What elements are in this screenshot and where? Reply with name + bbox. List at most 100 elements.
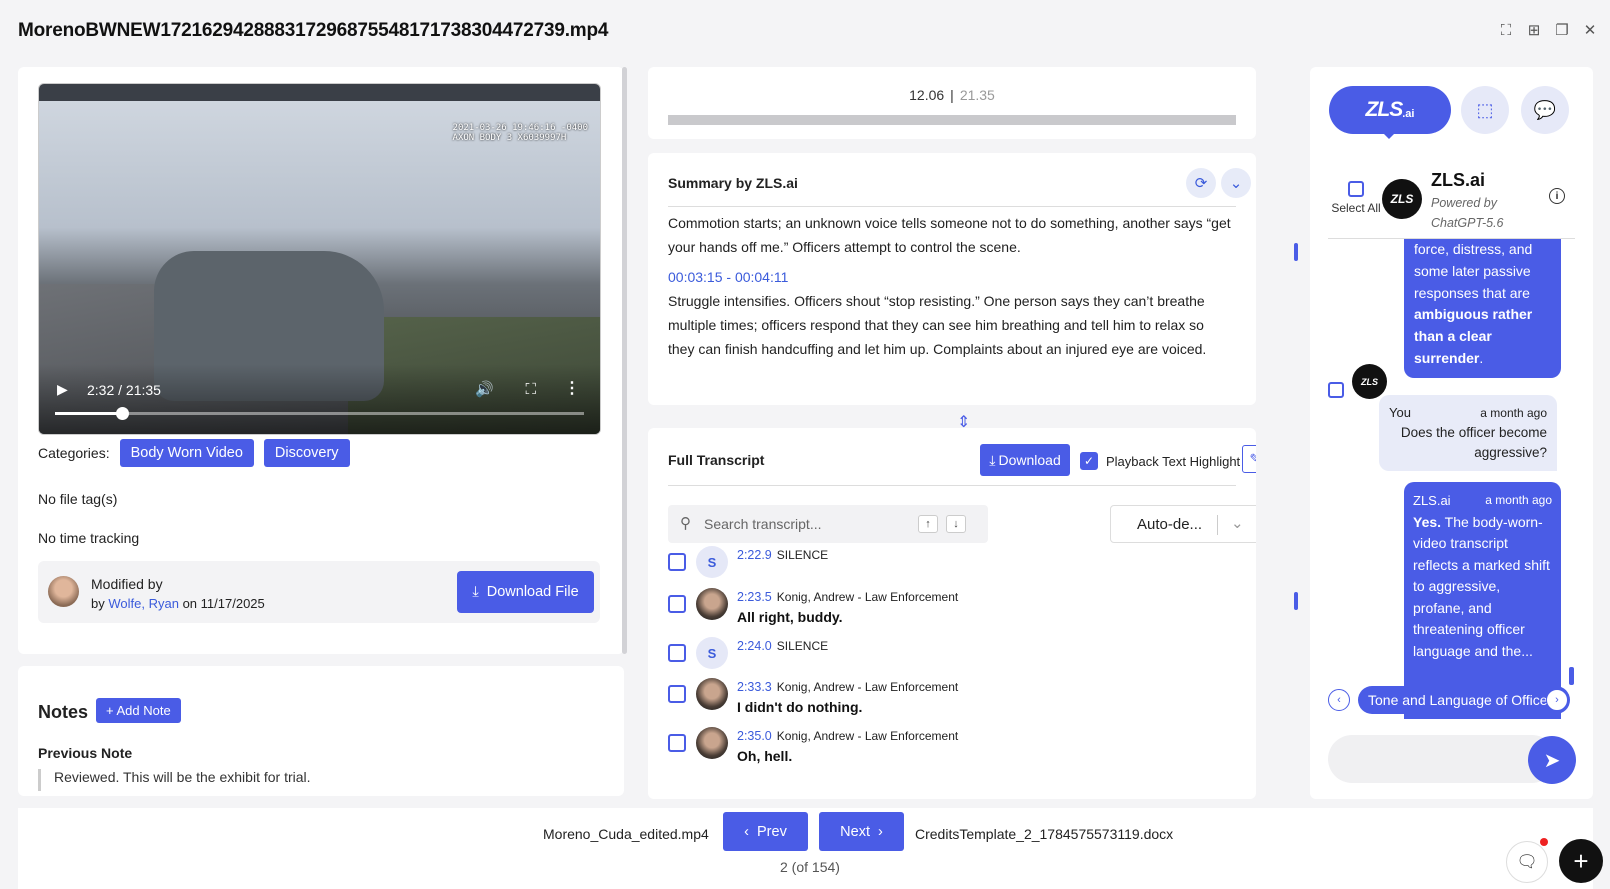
feedback-icon[interactable]: 🗨: [1506, 841, 1548, 883]
modified-user-link[interactable]: Wolfe, Ryan: [108, 596, 179, 611]
transcript-scrollbar[interactable]: [1294, 592, 1298, 610]
chevron-left-icon[interactable]: ‹: [1328, 689, 1350, 711]
summary-timestamp[interactable]: 00:03:15 - 00:04:11: [668, 265, 1233, 289]
prev-button[interactable]: ‹ Prev: [723, 812, 808, 851]
chevron-right-icon: ›: [877, 823, 883, 840]
chat-scrollbar[interactable]: [1569, 667, 1574, 685]
arrow-up-icon[interactable]: ↑: [918, 515, 938, 533]
play-icon[interactable]: ▶: [57, 381, 68, 398]
summary-paragraph: Commotion starts; an unknown voice tells…: [668, 215, 1231, 255]
next-button[interactable]: Next ›: [819, 812, 904, 851]
row-time[interactable]: 2:33.3: [737, 680, 772, 694]
chevron-right-icon[interactable]: ›: [1546, 689, 1568, 711]
fullscreen-video-icon[interactable]: ⛶: [525, 381, 536, 398]
transcript-row[interactable]: 2:35.0 Konig, Andrew - Law Enforcement Oh…: [668, 727, 1248, 771]
next-file-name[interactable]: CreditsTemplate_2_1784575573119.docx: [915, 826, 1173, 842]
previous-note-text: Reviewed. This will be the exhibit for t…: [38, 769, 311, 791]
chat-icon[interactable]: 💬: [1521, 86, 1569, 134]
transcript-heading: Full Transcript: [668, 452, 765, 468]
modified-by-line: by Wolfe, Ryan on 11/17/2025: [91, 596, 265, 611]
modified-title: Modified by: [91, 576, 163, 592]
category-chip[interactable]: Discovery: [263, 439, 350, 467]
summary-scrollbar[interactable]: [1294, 243, 1298, 261]
row-checkbox[interactable]: [668, 734, 686, 752]
previous-file-name[interactable]: Moreno_Cuda_edited.mp4: [543, 826, 709, 842]
video-seekbar[interactable]: [55, 407, 584, 420]
row-checkbox[interactable]: [668, 685, 686, 703]
row-text: Oh, hell.: [737, 748, 793, 764]
close-icon[interactable]: ✕: [1582, 22, 1598, 39]
transcript-panel: Full Transcript ⤓ Download ✓ Playback Tex…: [648, 428, 1256, 799]
seek-fill: [55, 412, 123, 415]
video-controls: [39, 364, 600, 434]
speaker-select[interactable]: Auto-de... ⌄: [1110, 505, 1256, 543]
category-chip[interactable]: Body Worn Video: [119, 439, 254, 467]
assistant-panel: ZLS .ai ⬚ 💬 Select All ZLS ZLS.ai Powered…: [1310, 67, 1593, 799]
transcript-row[interactable]: S 2:24.0 SILENCE: [668, 637, 1248, 681]
chevron-down-icon: ⌄: [1231, 515, 1244, 532]
left-scrollbar[interactable]: [622, 67, 627, 654]
transcript-row[interactable]: 2:33.3 Konig, Andrew - Law Enforcement I …: [668, 678, 1248, 722]
search-icon: ⚲: [680, 515, 691, 532]
volume-icon[interactable]: 🔊: [475, 380, 494, 398]
fullscreen-icon[interactable]: ⛶: [1498, 22, 1514, 39]
row-time[interactable]: 2:22.9: [737, 548, 772, 562]
grid-icon[interactable]: ⊞: [1526, 22, 1542, 39]
row-time[interactable]: 2:24.0: [737, 639, 772, 653]
modified-by-box: Modified by by Wolfe, Ryan on 11/17/2025…: [38, 561, 600, 623]
edit-icon[interactable]: ✎: [1242, 445, 1256, 473]
notes-heading: Notes: [38, 702, 89, 722]
video-player[interactable]: 2021-03-26 19:46:16 -0400 AXON BODY 3 X6…: [38, 83, 601, 435]
add-icon[interactable]: +: [1559, 839, 1603, 883]
search-input[interactable]: Search transcript...: [704, 516, 822, 532]
zls-logo: ZLS: [1352, 364, 1387, 399]
row-text: All right, buddy.: [737, 609, 843, 625]
playback-highlight-toggle[interactable]: ✓ Playback Text Highlight: [1080, 452, 1240, 470]
avatar: [696, 727, 728, 759]
chevron-down-icon[interactable]: ⌄: [1221, 168, 1251, 198]
info-icon[interactable]: i: [1549, 188, 1565, 204]
playback-checkbox[interactable]: ✓: [1080, 452, 1098, 470]
avatar: S: [696, 637, 728, 669]
chat-input[interactable]: [1328, 735, 1556, 783]
timecode: 12.06 | 21.35: [909, 87, 995, 103]
select-all-checkbox[interactable]: [1348, 181, 1364, 197]
send-icon[interactable]: ➤: [1528, 736, 1576, 784]
zls-logo: ZLS: [1382, 179, 1422, 219]
zls-tab[interactable]: ZLS .ai: [1329, 86, 1451, 134]
avatar: [696, 678, 728, 710]
more-options-icon[interactable]: ⋮: [564, 378, 580, 398]
select-all[interactable]: Select All: [1328, 181, 1384, 215]
refresh-icon[interactable]: ⟳: [1186, 168, 1216, 198]
powered-by: Powered by ChatGPT-5.6: [1431, 196, 1504, 230]
summary-body: Commotion starts; an unknown voice tells…: [668, 211, 1233, 361]
row-time[interactable]: 2:23.5: [737, 590, 772, 604]
suggestion-chip[interactable]: Tone and Language of Officer ›: [1358, 686, 1570, 714]
avatar: [696, 588, 728, 620]
categories-label: Categories:: [38, 445, 110, 461]
restore-icon[interactable]: ❐: [1554, 22, 1570, 39]
arrow-down-icon[interactable]: ↓: [946, 515, 966, 533]
timecode-panel: 12.06 | 21.35: [648, 67, 1256, 139]
chat-thread: force, distress, and some later passive …: [1310, 239, 1593, 719]
add-note-button[interactable]: + Add Note: [96, 698, 181, 723]
video-time: 2:32 / 21:35: [87, 382, 161, 398]
row-time[interactable]: 2:35.0: [737, 729, 772, 743]
time-tracking: No time tracking: [38, 530, 140, 546]
video-timestamp: 2021-03-26 19:46:16 -0400 AXON BODY 3 X6…: [452, 123, 588, 143]
transcript-row[interactable]: 2:23.5 Konig, Andrew - Law Enforcement Al…: [668, 588, 1248, 632]
selection-icon[interactable]: ⬚: [1461, 86, 1509, 134]
download-file-button[interactable]: ⤓ Download File: [457, 571, 594, 613]
row-checkbox[interactable]: [668, 595, 686, 613]
previous-note-label: Previous Note: [38, 745, 133, 761]
summary-paragraph: Struggle intensifies. Officers shout “st…: [668, 293, 1207, 357]
transcript-search[interactable]: ⚲ Search transcript... ↑ ↓: [668, 505, 988, 543]
message-checkbox[interactable]: [1328, 382, 1344, 398]
window-controls: ⛶ ⊞ ❐ ✕: [1498, 22, 1598, 40]
page-indicator: 2 (of 154): [780, 859, 840, 875]
transcript-row[interactable]: S 2:22.9 SILENCE: [668, 546, 1248, 590]
row-checkbox[interactable]: [668, 644, 686, 662]
timeline-bar[interactable]: [668, 115, 1236, 125]
row-checkbox[interactable]: [668, 553, 686, 571]
transcript-download-button[interactable]: ⤓ Download: [980, 444, 1070, 476]
